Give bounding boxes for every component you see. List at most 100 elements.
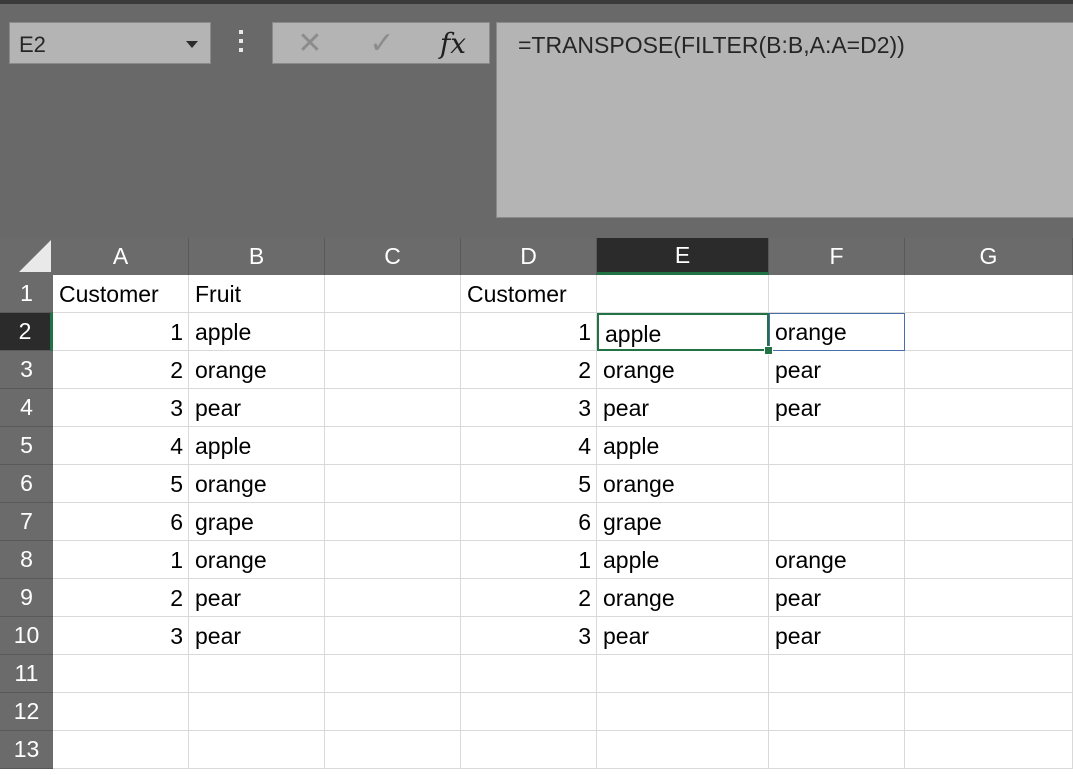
row-header-12[interactable]: 12 (0, 693, 53, 731)
cell-c6[interactable] (325, 465, 461, 503)
column-header-f[interactable]: F (769, 238, 905, 275)
cell-d8[interactable]: 1 (461, 541, 597, 579)
cell-d1[interactable]: Customer (461, 275, 597, 313)
cell-d2[interactable]: 1 (461, 313, 597, 351)
cell-f12[interactable] (769, 693, 905, 731)
vertical-dots-icon[interactable] (234, 30, 248, 56)
checkmark-icon[interactable]: ✓ (363, 27, 401, 60)
row-header-7[interactable]: 7 (0, 503, 53, 541)
cell-c2[interactable] (325, 313, 461, 351)
cell-f3[interactable]: pear (769, 351, 905, 389)
cell-e2[interactable]: apple (597, 313, 769, 351)
cell-b12[interactable] (189, 693, 325, 731)
cell-b13[interactable] (189, 731, 325, 769)
cell-a3[interactable]: 2 (53, 351, 189, 389)
cell-a8[interactable]: 1 (53, 541, 189, 579)
cell-f10[interactable]: pear (769, 617, 905, 655)
cell-e9[interactable]: orange (597, 579, 769, 617)
column-header-b[interactable]: B (189, 238, 325, 275)
row-header-2[interactable]: 2 (0, 313, 53, 351)
cell-d10[interactable]: 3 (461, 617, 597, 655)
cell-e7[interactable]: grape (597, 503, 769, 541)
select-all-corner[interactable] (0, 238, 53, 275)
cell-d12[interactable] (461, 693, 597, 731)
cell-a10[interactable]: 3 (53, 617, 189, 655)
cell-d3[interactable]: 2 (461, 351, 597, 389)
cell-d6[interactable]: 5 (461, 465, 597, 503)
cell-c3[interactable] (325, 351, 461, 389)
cell-f8[interactable]: orange (769, 541, 905, 579)
cell-g1[interactable] (905, 275, 1073, 313)
cell-c13[interactable] (325, 731, 461, 769)
cell-g12[interactable] (905, 693, 1073, 731)
column-header-e[interactable]: E (597, 238, 769, 275)
cell-a4[interactable]: 3 (53, 389, 189, 427)
cell-b4[interactable]: pear (189, 389, 325, 427)
column-header-d[interactable]: D (461, 238, 597, 275)
cell-c11[interactable] (325, 655, 461, 693)
column-header-c[interactable]: C (325, 238, 461, 275)
cell-e4[interactable]: pear (597, 389, 769, 427)
cell-d13[interactable] (461, 731, 597, 769)
cell-f6[interactable] (769, 465, 905, 503)
cell-f4[interactable]: pear (769, 389, 905, 427)
row-header-4[interactable]: 4 (0, 389, 53, 427)
cell-d11[interactable] (461, 655, 597, 693)
column-header-a[interactable]: A (53, 238, 189, 275)
cell-c12[interactable] (325, 693, 461, 731)
cell-f13[interactable] (769, 731, 905, 769)
row-header-10[interactable]: 10 (0, 617, 53, 655)
cell-c5[interactable] (325, 427, 461, 465)
cell-g2[interactable] (905, 313, 1073, 351)
row-header-3[interactable]: 3 (0, 351, 53, 389)
cell-e12[interactable] (597, 693, 769, 731)
select-all-triangle-icon[interactable] (19, 240, 51, 272)
name-box[interactable]: E2 (9, 22, 211, 64)
cell-c1[interactable] (325, 275, 461, 313)
cell-d7[interactable]: 6 (461, 503, 597, 541)
cell-c9[interactable] (325, 579, 461, 617)
cell-a11[interactable] (53, 655, 189, 693)
cell-g9[interactable] (905, 579, 1073, 617)
cancel-x-icon[interactable]: ✕ (291, 27, 329, 60)
cell-b5[interactable]: apple (189, 427, 325, 465)
cell-f1[interactable] (769, 275, 905, 313)
cell-d5[interactable]: 4 (461, 427, 597, 465)
cell-c10[interactable] (325, 617, 461, 655)
chevron-down-icon[interactable] (186, 41, 198, 48)
cell-g4[interactable] (905, 389, 1073, 427)
cell-c4[interactable] (325, 389, 461, 427)
cell-b1[interactable]: Fruit (189, 275, 325, 313)
cell-g6[interactable] (905, 465, 1073, 503)
cell-a6[interactable]: 5 (53, 465, 189, 503)
cell-c8[interactable] (325, 541, 461, 579)
cell-d9[interactable]: 2 (461, 579, 597, 617)
cell-b7[interactable]: grape (189, 503, 325, 541)
cell-g3[interactable] (905, 351, 1073, 389)
cell-d4[interactable]: 3 (461, 389, 597, 427)
cell-a1[interactable]: Customer (53, 275, 189, 313)
cell-e5[interactable]: apple (597, 427, 769, 465)
cell-g7[interactable] (905, 503, 1073, 541)
cell-g10[interactable] (905, 617, 1073, 655)
row-header-6[interactable]: 6 (0, 465, 53, 503)
cell-f11[interactable] (769, 655, 905, 693)
cell-e10[interactable]: pear (597, 617, 769, 655)
row-header-8[interactable]: 8 (0, 541, 53, 579)
cell-b2[interactable]: apple (189, 313, 325, 351)
fill-handle[interactable] (764, 346, 773, 355)
row-header-1[interactable]: 1 (0, 275, 53, 313)
cell-g13[interactable] (905, 731, 1073, 769)
cell-f2[interactable]: orange (769, 313, 905, 351)
cell-g5[interactable] (905, 427, 1073, 465)
cell-a2[interactable]: 1 (53, 313, 189, 351)
cell-c7[interactable] (325, 503, 461, 541)
cell-e6[interactable]: orange (597, 465, 769, 503)
cell-e13[interactable] (597, 731, 769, 769)
cell-g11[interactable] (905, 655, 1073, 693)
cell-g8[interactable] (905, 541, 1073, 579)
cell-e8[interactable]: apple (597, 541, 769, 579)
cell-b10[interactable]: pear (189, 617, 325, 655)
column-header-g[interactable]: G (905, 238, 1073, 275)
formula-text[interactable]: =TRANSPOSE(FILTER(B:B,A:A=D2)) (518, 32, 905, 59)
